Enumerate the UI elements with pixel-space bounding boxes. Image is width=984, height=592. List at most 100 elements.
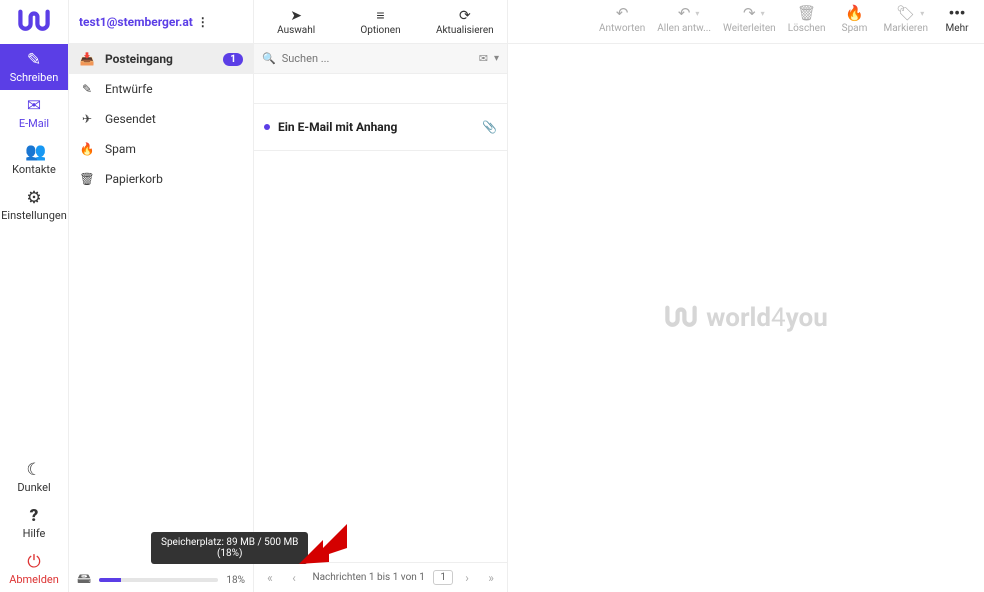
folder-drafts[interactable]: ✎ Entwürfe xyxy=(69,74,253,104)
message-list-pane: ➤ Auswahl ≡ Optionen ⟳ Aktualisieren 🔍 ✉… xyxy=(254,0,508,592)
folder-inbox[interactable]: 📥 Posteingang 1 xyxy=(69,44,253,74)
app-logo xyxy=(0,0,69,44)
folder-spam[interactable]: 🔥 Spam xyxy=(69,134,253,164)
quota-tooltip: Speicherplatz: 89 MB / 500 MB (18%) xyxy=(151,532,308,564)
refresh-icon: ⟳ xyxy=(459,8,471,24)
folder-trash[interactable]: 🗑 Papierkorb xyxy=(69,164,253,194)
message-subject: Ein E-Mail mit Anhang xyxy=(278,120,474,134)
pager-next[interactable]: › xyxy=(457,568,477,588)
quota-bar xyxy=(99,578,218,582)
delete-label: Löschen xyxy=(788,23,826,34)
select-label: Auswahl xyxy=(277,25,315,36)
folder-sent[interactable]: ✈ Gesendet xyxy=(69,104,253,134)
pencil-icon: ✎ xyxy=(79,82,95,96)
paperclip-icon: 📎 xyxy=(482,120,497,134)
chevron-down-icon[interactable]: ▾ xyxy=(494,53,499,64)
delete-button[interactable]: 🗑 Löschen xyxy=(782,2,832,36)
nav-settings-label: Einstellungen xyxy=(1,209,67,222)
quota-tooltip-line1: Speicherplatz: 89 MB / 500 MB xyxy=(161,537,298,548)
fire-icon: 🔥 xyxy=(845,4,864,22)
preview-pane: ↶ Antworten ↶▾ Allen antw... ↷▾ Weiterle… xyxy=(508,0,984,592)
annotation-arrow xyxy=(299,524,347,572)
account-email: test1@stemberger.at xyxy=(79,15,193,29)
spam-label: Spam xyxy=(842,23,868,34)
account-menu-icon[interactable]: ⋮ xyxy=(193,15,247,29)
search-input[interactable] xyxy=(282,52,473,65)
message-list: Ein E-Mail mit Anhang 📎 xyxy=(254,74,507,562)
brand-logo-icon xyxy=(664,303,698,333)
select-button[interactable]: ➤ Auswahl xyxy=(254,0,338,43)
mark-label: Markieren xyxy=(884,23,928,34)
sliders-icon: ≡ xyxy=(376,7,384,24)
unread-dot-icon xyxy=(264,124,270,130)
folder-drafts-label: Entwürfe xyxy=(105,82,153,96)
list-toolbar: ➤ Auswahl ≡ Optionen ⟳ Aktualisieren xyxy=(254,0,507,44)
reply-all-icon: ↶▾ xyxy=(678,4,691,22)
folder-pane: test1@stemberger.at ⋮ 📥 Posteingang 1 ✎ … xyxy=(69,0,254,592)
forward-label: Weiterleiten xyxy=(723,23,776,34)
moon-icon: ☾ xyxy=(25,461,43,479)
refresh-button[interactable]: ⟳ Aktualisieren xyxy=(423,0,507,43)
tag-icon: 🏷▾ xyxy=(896,4,915,22)
nav-settings[interactable]: ⚙ Einstellungen xyxy=(0,182,68,228)
compose-button[interactable]: ✎ Schreiben xyxy=(0,44,68,90)
search-icon: 🔍 xyxy=(262,52,276,65)
trash-icon: 🗑 xyxy=(797,4,816,22)
disk-icon: 🖴 xyxy=(77,568,91,592)
inbox-badge: 1 xyxy=(223,53,243,66)
caret-icon: ▾ xyxy=(761,9,765,18)
more-icon: ••• xyxy=(949,4,966,22)
trash-icon: 🗑 xyxy=(79,172,95,186)
nav-dark-label: Dunkel xyxy=(17,481,50,494)
message-row[interactable]: Ein E-Mail mit Anhang 📎 xyxy=(254,104,507,151)
options-button[interactable]: ≡ Optionen xyxy=(338,0,422,43)
nav-dark[interactable]: ☾ Dunkel xyxy=(0,454,68,500)
mark-button[interactable]: 🏷▾ Markieren xyxy=(878,2,934,36)
reply-icon: ↶ xyxy=(616,4,629,22)
reply-button[interactable]: ↶ Antworten xyxy=(593,2,651,36)
refresh-label: Aktualisieren xyxy=(436,25,494,36)
help-icon: ? xyxy=(25,507,43,525)
envelope-filter-icon[interactable]: ✉ xyxy=(479,52,488,65)
pager-first[interactable]: « xyxy=(260,568,280,588)
fire-icon: 🔥 xyxy=(79,142,95,156)
nav-contacts-label: Kontakte xyxy=(12,163,56,176)
pager-info: Nachrichten 1 bis 1 von 1 xyxy=(308,572,429,583)
compose-label: Schreiben xyxy=(10,71,59,84)
reply-label: Antworten xyxy=(599,23,645,34)
nav-contacts[interactable]: 👥 Kontakte xyxy=(0,136,68,182)
nav-help-label: Hilfe xyxy=(23,527,46,540)
cursor-icon: ➤ xyxy=(290,8,302,24)
more-button[interactable]: ••• Mehr xyxy=(934,2,980,36)
nav-mail-label: E-Mail xyxy=(19,117,49,130)
contacts-icon: 👥 xyxy=(25,143,43,161)
pager-page[interactable]: 1 xyxy=(433,570,453,585)
brand-text: world4you xyxy=(706,303,828,333)
quota-fill xyxy=(99,578,120,582)
reply-all-button[interactable]: ↶▾ Allen antw... xyxy=(651,2,717,36)
nav-logout[interactable]: ⏻ Abmelden xyxy=(0,546,68,592)
account-header[interactable]: test1@stemberger.at ⋮ xyxy=(69,0,253,44)
quota-tooltip-line2: (18%) xyxy=(161,548,298,559)
folder-inbox-label: Posteingang xyxy=(105,52,173,66)
preview-empty: world4you xyxy=(508,44,984,592)
spam-button[interactable]: 🔥 Spam xyxy=(832,2,878,36)
nav-mail[interactable]: ✉ E-Mail xyxy=(0,90,68,136)
inbox-icon: 📥 xyxy=(79,52,95,66)
pager-last[interactable]: » xyxy=(481,568,501,588)
folder-sent-label: Gesendet xyxy=(105,112,156,126)
folder-spam-label: Spam xyxy=(105,142,136,156)
forward-icon: ↷▾ xyxy=(743,4,756,22)
preview-toolbar: ↶ Antworten ↶▾ Allen antw... ↷▾ Weiterle… xyxy=(508,0,984,44)
gear-icon: ⚙ xyxy=(25,189,43,207)
nav-help[interactable]: ? Hilfe xyxy=(0,500,68,546)
quota-bar-row: 🖴 18% xyxy=(69,568,253,592)
more-label: Mehr xyxy=(946,23,969,34)
pager: « ‹ Nachrichten 1 bis 1 von 1 1 › » xyxy=(254,562,507,592)
folder-trash-label: Papierkorb xyxy=(105,172,163,186)
compose-icon: ✎ xyxy=(25,51,43,69)
reply-all-label: Allen antw... xyxy=(657,23,711,34)
options-label: Optionen xyxy=(360,25,400,36)
caret-icon: ▾ xyxy=(920,9,924,18)
forward-button[interactable]: ↷▾ Weiterleiten xyxy=(717,2,782,36)
